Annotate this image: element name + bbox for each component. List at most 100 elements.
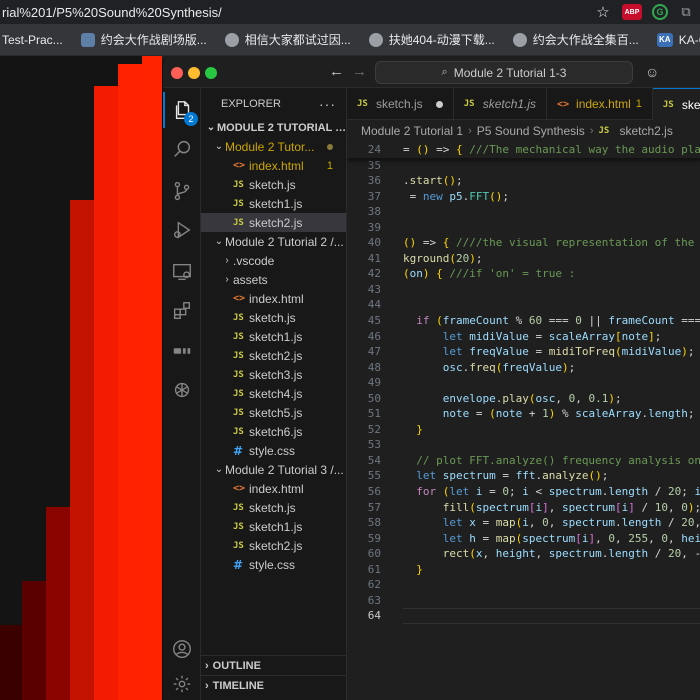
file-item[interactable]: JS sketch6.js [201,422,346,441]
code-line[interactable]: 61 } [347,562,700,578]
code-editor[interactable]: 24 = () => { ///The mechanical way the au… [347,142,700,624]
code-line[interactable]: 39 [347,220,700,236]
command-center[interactable]: ⌕ Module 2 Tutorial 1-3 [375,61,633,84]
code-line[interactable]: 35 [347,158,700,174]
file-item[interactable]: JS sketch4.js [201,384,346,403]
file-item[interactable]: JS sketch2.js [201,536,346,555]
code-line[interactable]: 50 envelope.play(osc, 0, 0.1); [347,391,700,407]
file-item[interactable]: JS sketch1.js [201,327,346,346]
bookmark-item[interactable]: Test-Prac... [0,24,73,55]
editor-tab[interactable]: JS sketch.js [347,88,454,120]
editor-tabs: JS sketch.js JS sketch1.js <> index.html 1 JS sk… [347,88,700,120]
minimize-window-icon[interactable] [188,67,200,79]
file-item[interactable]: JS sketch1.js [201,194,346,213]
editor-tab[interactable]: <> index.html 1 [547,88,653,120]
code-text: let midiValue = scaleArray[note]; [442,329,662,343]
editor-tab[interactable]: JS sketch1.js [454,88,548,120]
breadcrumb-item[interactable]: sketch2.js [619,124,672,138]
copilot-icon[interactable]: ☺ [645,64,659,80]
chatgpt-icon[interactable] [163,372,201,408]
close-window-icon[interactable] [171,67,183,79]
file-item[interactable]: JS sketch2.js [201,213,346,232]
folder-item[interactable]: ⌄ Module 2 Tutorial 3 /... [201,460,346,479]
bookmark-item[interactable]: 扶她404-动漫下载... [361,24,505,55]
codeium-icon[interactable] [163,333,201,369]
breadcrumb-item[interactable]: P5 Sound Synthesis [477,124,585,138]
code-line[interactable]: 41 kground(20); [347,251,700,267]
code-line[interactable]: 57 fill(spectrum[i], spectrum[i] / 10, 0… [347,500,700,516]
remote-explorer-icon[interactable] [163,254,201,290]
code-line[interactable]: 47 let freqValue = midiToFreq(midiValue)… [347,344,700,360]
code-line[interactable]: 58 let x = map(i, 0, spectrum.length / 2… [347,515,700,531]
code-line[interactable]: 42 (on) { ///if 'on' = true : [347,266,700,282]
file-item[interactable]: JS sketch2.js [201,346,346,365]
bookmark-item[interactable]: 约会大作战剧场版... [73,24,217,55]
code-line[interactable]: 59 let h = map(spectrum[i], 0, 255, 0, h… [347,531,700,547]
bookmark-item[interactable]: KA KA-CN海外点卡充 [649,24,700,55]
browser-url-bar[interactable]: rial%201/P5%20Sound%20Synthesis/ ☆ ABP G… [0,0,700,24]
folder-item[interactable]: › assets [201,270,346,289]
file-item[interactable]: <> index.html [201,289,346,308]
code-line[interactable]: 51 note = (note + 1) % scaleArray.length… [347,406,700,422]
unsaved-dot-icon[interactable] [435,100,443,108]
star-icon[interactable]: ☆ [594,3,612,21]
source-control-icon[interactable] [163,173,201,209]
gear-icon[interactable] [163,666,201,700]
file-item[interactable]: JS sketch5.js [201,403,346,422]
folder-item[interactable]: › .vscode [201,251,346,270]
code-line[interactable]: 62 [347,577,700,593]
arrow-left-icon[interactable]: ← [329,63,344,80]
breadcrumb-item[interactable]: Module 2 Tutorial 1 [361,124,463,138]
code-line[interactable]: 24 = () => { ///The mechanical way the au… [347,142,700,158]
file-item[interactable]: <> index.html [201,479,346,498]
code-line[interactable]: 52 } [347,422,700,438]
file-item[interactable]: JS sketch3.js [201,365,346,384]
file-item[interactable]: JS sketch1.js [201,517,346,536]
code-line[interactable]: 44 [347,297,700,313]
line-number: 63 [367,593,381,607]
file-item[interactable]: # style.css [201,441,346,460]
more-actions-icon[interactable]: ··· [319,96,336,112]
account-icon[interactable] [163,631,201,667]
code-line[interactable]: 54 // plot FFT.analyze() frequency analy… [347,453,700,469]
file-item[interactable]: JS sketch.js [201,308,346,327]
file-item[interactable]: # style.css [201,555,346,574]
file-item[interactable]: JS sketch.js [201,175,346,194]
file-item[interactable]: <> index.html 1 [201,156,346,175]
code-line[interactable]: 55 let spectrum = fft.analyze(); [347,468,700,484]
folder-item[interactable]: ⌄ Module 2 Tutorial 2 /... [201,232,346,251]
code-line[interactable]: 49 [347,375,700,391]
code-line[interactable]: 48 osc.freq(freqValue); [347,360,700,376]
line-number: 42 [367,267,381,281]
explorer-icon[interactable]: 2 [163,92,201,128]
code-line[interactable]: 37 = new p5.FFT(); [347,189,700,205]
folder-item[interactable]: ⌄ Module 2 Tutor... [201,137,346,156]
code-line[interactable]: 36 .start(); [347,173,700,189]
editor-tab[interactable]: JS sketch2.js [652,88,700,120]
arrow-right-icon[interactable]: → [352,63,367,80]
extensions-icon[interactable]: ⧉ [678,4,694,20]
code-line[interactable]: 63 [347,593,700,609]
code-line[interactable]: 60 rect(x, height, spectrum.length / 20,… [347,546,700,562]
code-line[interactable]: 53 [347,437,700,453]
code-line[interactable]: 40 () => { ////the visual representation … [347,235,700,251]
workspace-root[interactable]: ⌄ MODULE 2 TUTORIAL 1-3 [201,118,346,137]
code-line[interactable]: 46 let midiValue = scaleArray[note]; [347,329,700,345]
bookmark-item[interactable]: 相信大家都试过因... [217,24,361,55]
zoom-window-icon[interactable] [205,67,217,79]
abp-icon[interactable]: ABP [622,4,642,20]
grammarly-icon[interactable]: G [652,4,668,20]
file-item[interactable]: JS sketch.js [201,498,346,517]
code-line[interactable]: 43 [347,282,700,298]
code-line[interactable]: 56 for (let i = 0; i < spectrum.length /… [347,484,700,500]
outline-section[interactable]: › OUTLINE [201,655,346,675]
code-line[interactable]: 64 [347,608,700,624]
url-text[interactable]: rial%201/P5%20Sound%20Synthesis/ [0,5,222,20]
code-line[interactable]: 38 [347,204,700,220]
search-icon[interactable] [163,131,201,167]
run-debug-icon[interactable] [163,212,201,248]
extensions-icon[interactable] [163,293,201,329]
timeline-section[interactable]: › TIMELINE [201,675,346,695]
code-line[interactable]: 45 if (frameCount % 60 === 0 || frameCou… [347,313,700,329]
bookmark-item[interactable]: 约会大作战全集百... [505,24,649,55]
